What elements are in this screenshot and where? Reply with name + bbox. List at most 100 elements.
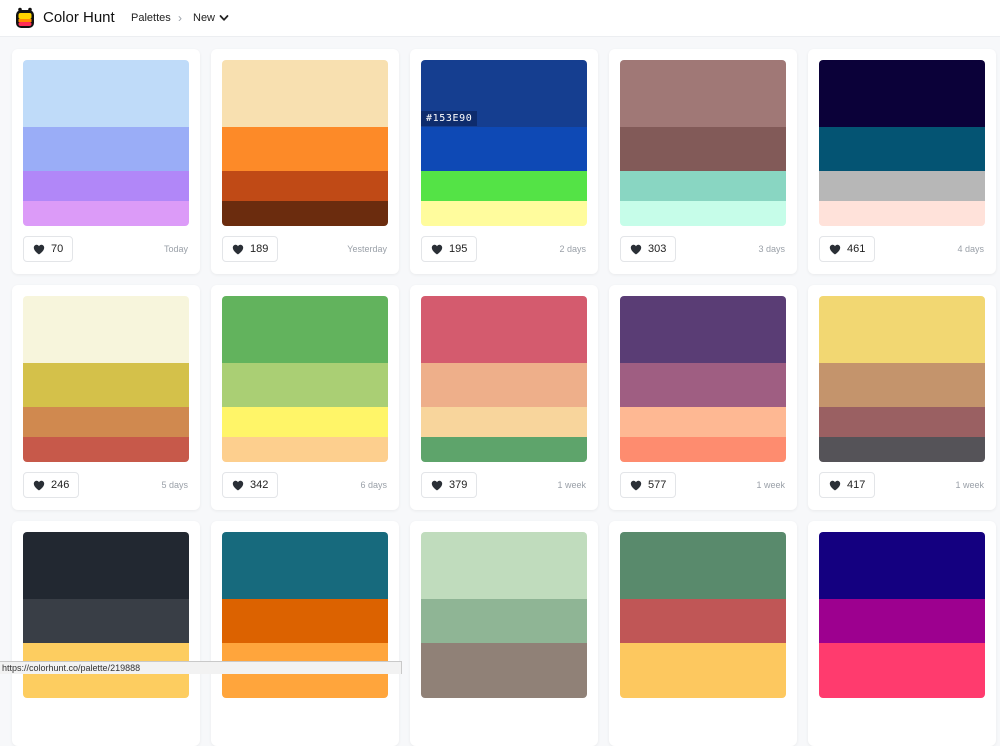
palette-swatches[interactable]: #153E90 xyxy=(421,60,587,226)
color-hunt-logo-icon[interactable] xyxy=(14,7,36,31)
palette-card[interactable]: 461 4 days xyxy=(808,49,996,274)
palette-card[interactable] xyxy=(410,521,598,746)
color-swatch[interactable] xyxy=(421,201,587,226)
color-swatch[interactable] xyxy=(222,407,388,437)
color-swatch[interactable] xyxy=(23,201,189,226)
color-swatch[interactable] xyxy=(620,437,786,462)
palette-swatches[interactable] xyxy=(23,60,189,226)
color-swatch[interactable] xyxy=(819,532,985,599)
palette-swatches[interactable] xyxy=(620,532,786,698)
like-count: 379 xyxy=(449,479,468,491)
color-swatch[interactable] xyxy=(222,60,388,127)
nav-new-dropdown[interactable]: New xyxy=(193,12,229,24)
color-swatch[interactable] xyxy=(421,532,587,599)
color-swatch[interactable] xyxy=(23,673,189,698)
color-swatch[interactable] xyxy=(421,437,587,462)
palette-card[interactable]: 70 Today xyxy=(12,49,200,274)
color-swatch[interactable] xyxy=(421,127,587,171)
like-button[interactable]: 342 xyxy=(222,472,279,498)
color-swatch[interactable] xyxy=(222,599,388,643)
color-swatch[interactable] xyxy=(819,407,985,437)
color-swatch[interactable] xyxy=(819,60,985,127)
palette-swatches[interactable] xyxy=(819,60,985,226)
like-button[interactable]: 379 xyxy=(421,472,478,498)
palette-card[interactable]: #153E90 195 2 days xyxy=(410,49,598,274)
color-swatch[interactable] xyxy=(819,127,985,171)
palette-card[interactable] xyxy=(12,521,200,746)
color-swatch[interactable] xyxy=(23,599,189,643)
color-swatch[interactable] xyxy=(819,201,985,226)
color-swatch[interactable] xyxy=(819,599,985,643)
palette-swatches[interactable] xyxy=(222,60,388,226)
color-swatch[interactable] xyxy=(620,60,786,127)
color-swatch[interactable] xyxy=(222,171,388,201)
color-swatch[interactable] xyxy=(23,407,189,437)
color-swatch[interactable] xyxy=(222,437,388,462)
palette-card[interactable]: 189 Yesterday xyxy=(211,49,399,274)
color-swatch[interactable] xyxy=(819,673,985,698)
color-swatch[interactable] xyxy=(819,643,985,673)
palette-swatches[interactable] xyxy=(421,296,587,462)
palette-card[interactable] xyxy=(609,521,797,746)
color-swatch[interactable] xyxy=(421,643,587,673)
like-button[interactable]: 461 xyxy=(819,236,876,262)
color-swatch[interactable] xyxy=(222,201,388,226)
color-swatch[interactable] xyxy=(421,673,587,698)
like-button[interactable]: 577 xyxy=(620,472,677,498)
color-swatch[interactable] xyxy=(620,171,786,201)
palette-card[interactable]: 417 1 week xyxy=(808,285,996,510)
color-swatch[interactable] xyxy=(23,437,189,462)
brand-name[interactable]: Color Hunt xyxy=(43,9,115,26)
color-swatch[interactable] xyxy=(23,296,189,363)
color-swatch[interactable] xyxy=(819,363,985,407)
palette-swatches[interactable] xyxy=(819,296,985,462)
palette-swatches[interactable] xyxy=(620,296,786,462)
color-swatch[interactable] xyxy=(222,363,388,407)
color-swatch[interactable] xyxy=(222,532,388,599)
like-button[interactable]: 303 xyxy=(620,236,677,262)
color-swatch[interactable] xyxy=(421,363,587,407)
palette-swatches[interactable] xyxy=(620,60,786,226)
color-swatch[interactable] xyxy=(421,407,587,437)
like-button[interactable]: 189 xyxy=(222,236,279,262)
palette-swatches[interactable] xyxy=(421,532,587,698)
nav-palettes-link[interactable]: Palettes xyxy=(131,12,171,24)
color-swatch[interactable] xyxy=(620,643,786,673)
palette-card[interactable]: 246 5 days xyxy=(12,285,200,510)
color-swatch[interactable] xyxy=(620,363,786,407)
color-swatch[interactable] xyxy=(222,673,388,698)
like-button[interactable]: 246 xyxy=(23,472,80,498)
like-button[interactable]: 70 xyxy=(23,236,74,262)
palette-swatches[interactable] xyxy=(23,296,189,462)
color-swatch[interactable] xyxy=(620,673,786,698)
color-swatch[interactable] xyxy=(23,127,189,171)
palette-card[interactable]: 303 3 days xyxy=(609,49,797,274)
palette-card[interactable]: 342 6 days xyxy=(211,285,399,510)
like-button[interactable]: 417 xyxy=(819,472,876,498)
color-swatch[interactable] xyxy=(23,171,189,201)
like-button[interactable]: 195 xyxy=(421,236,478,262)
color-swatch[interactable] xyxy=(620,296,786,363)
color-swatch[interactable] xyxy=(620,599,786,643)
palette-swatches[interactable] xyxy=(819,532,985,698)
color-swatch[interactable] xyxy=(421,171,587,201)
color-swatch[interactable] xyxy=(819,437,985,462)
color-swatch[interactable] xyxy=(23,60,189,127)
color-swatch[interactable] xyxy=(819,296,985,363)
palette-card[interactable]: 577 1 week xyxy=(609,285,797,510)
color-swatch[interactable] xyxy=(23,532,189,599)
color-swatch[interactable] xyxy=(620,201,786,226)
palette-swatches[interactable] xyxy=(222,296,388,462)
color-swatch[interactable] xyxy=(222,127,388,171)
color-swatch[interactable] xyxy=(620,407,786,437)
palette-card[interactable]: 379 1 week xyxy=(410,285,598,510)
color-swatch[interactable] xyxy=(819,171,985,201)
color-swatch[interactable] xyxy=(421,599,587,643)
color-swatch[interactable] xyxy=(222,296,388,363)
palette-card[interactable] xyxy=(808,521,996,746)
color-swatch[interactable] xyxy=(620,532,786,599)
color-swatch[interactable] xyxy=(23,363,189,407)
color-swatch[interactable] xyxy=(620,127,786,171)
palette-card[interactable] xyxy=(211,521,399,746)
color-swatch[interactable] xyxy=(421,296,587,363)
